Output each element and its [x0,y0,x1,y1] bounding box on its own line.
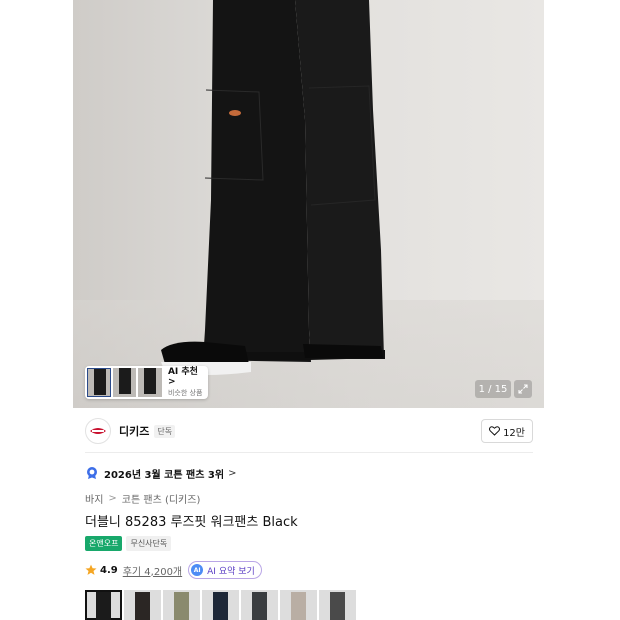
ranking-medal-icon [87,467,97,479]
color-swatch[interactable] [319,590,356,620]
brand-row: 디키즈 단독 12만 [85,418,533,444]
ai-summary-button[interactable]: AI AI 요약 보기 [188,561,262,579]
star-icon [85,564,97,575]
exclusive-tag: 단독 [154,424,176,438]
color-swatch[interactable] [163,590,200,620]
color-swatch[interactable] [85,590,122,620]
product-main-image[interactable] [73,0,544,408]
chevron-right-icon: > [228,467,237,479]
ai-summary-label: AI 요약 보기 [207,566,255,577]
ai-recommend-card[interactable]: AI 추천 > 비슷한 상품 [85,366,208,399]
on-and-off-badge: 온앤오프 [85,536,123,551]
product-badges: 온앤오프 무신사단독 [85,536,172,551]
color-swatch[interactable] [241,590,278,620]
ai-recommend-title: AI 추천 > [167,366,198,387]
ranking-text: 2026년 3월 코튼 팬츠 3위 [104,469,225,481]
chevron-right-icon: > [108,493,117,504]
ranking-link[interactable]: 2026년 3월 코튼 팬츠 3위 > [85,465,236,481]
heart-icon [489,426,501,436]
brand-name[interactable]: 디키즈 [119,423,149,439]
brand-logo[interactable] [85,418,111,444]
breadcrumb: 바지 > 코튼 팬츠 (디키즈) [85,491,200,506]
pants-photo [73,0,544,408]
breadcrumb-item-pants[interactable]: 바지 [85,491,103,506]
ai-badge-icon: AI [191,564,204,576]
ai-recommend-label-group[interactable]: AI 추천 > 비슷한 상품 [167,366,208,397]
ai-recommend-subtitle: 비슷한 상품 [167,388,203,397]
breadcrumb-item-cotton-pants[interactable]: 코튼 팬츠 (디키즈) [122,491,201,506]
product-title: 더블니 85283 루즈핏 워크팬츠 Black [85,515,298,530]
rating-row: 4.9 후기 4,200개 AI AI 요약 보기 [85,561,262,579]
like-count: 12만 [503,427,525,439]
color-options [85,590,358,620]
divider [85,452,533,453]
expand-icon [518,384,528,394]
recommend-thumb[interactable] [87,368,111,397]
recommend-thumb[interactable] [112,368,137,397]
expand-image-button[interactable] [514,380,532,398]
color-swatch[interactable] [124,590,161,620]
like-button[interactable]: 12만 [481,419,533,443]
musinsa-exclusive-badge: 무신사단독 [126,536,172,551]
color-swatch[interactable] [202,590,239,620]
rating-score: 4.9 [100,564,118,576]
color-swatch[interactable] [280,590,317,620]
recommend-thumb[interactable] [138,368,162,397]
dickies-logo-icon [90,428,106,434]
image-counter: 1 / 15 [475,380,511,398]
reviews-link[interactable]: 후기 4,200개 [123,563,182,578]
